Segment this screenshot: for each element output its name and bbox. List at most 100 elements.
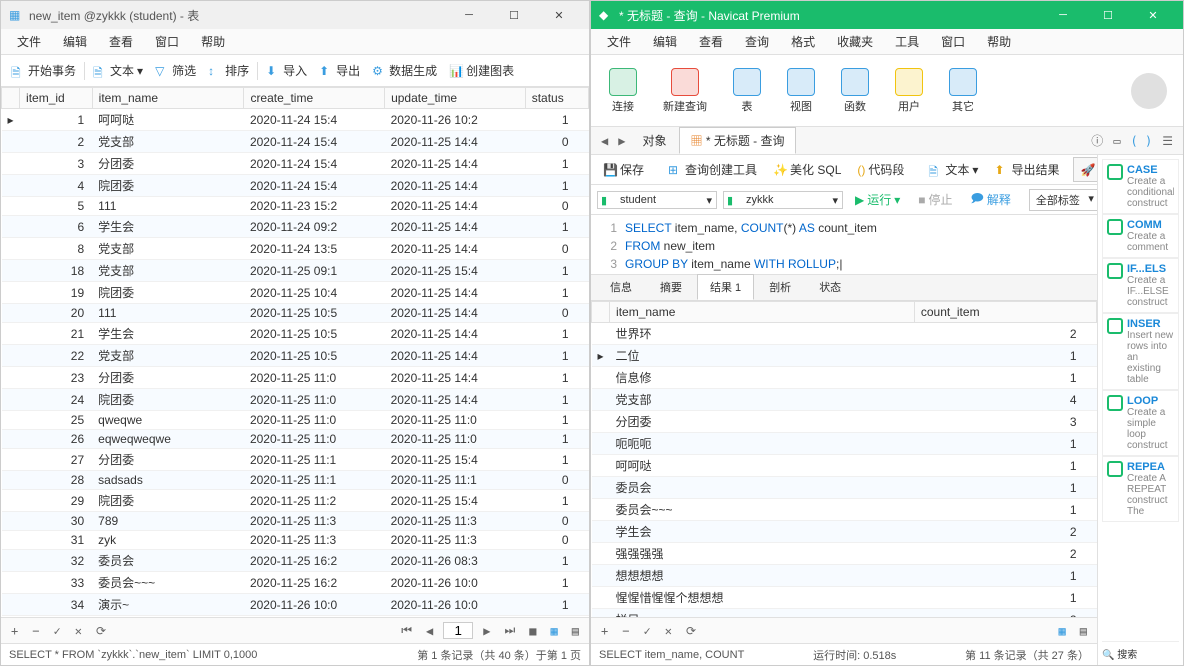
table-row[interactable]: 32委员会2020-11-25 16:22020-11-26 08:31 <box>2 550 589 572</box>
table-row[interactable]: 委员会1 <box>592 477 1097 499</box>
add-row-button[interactable]: + <box>597 622 612 640</box>
result-grid[interactable]: item_namecount_item世界环2▸二位1信息修1党支部4分团委3呃… <box>591 301 1097 617</box>
table-row[interactable]: 8党支部2020-11-24 13:52020-11-25 14:40 <box>2 238 589 260</box>
refresh-button[interactable]: ⟳ <box>92 622 110 640</box>
table-row[interactable]: ▸1呵呵哒2020-11-24 15:42020-11-26 10:21 <box>2 109 589 131</box>
minimize-button[interactable]: ─ <box>1041 1 1085 29</box>
tags-select[interactable]: 全部标签▾ <box>1029 189 1097 211</box>
beautify-button[interactable]: ✨美化 SQL <box>767 158 847 181</box>
table-row[interactable]: 31zyk2020-11-25 11:32020-11-25 11:30 <box>2 531 589 550</box>
save-button[interactable]: 💾保存 <box>597 158 650 181</box>
stop-button[interactable]: ■ <box>525 622 540 640</box>
sort-button[interactable]: ↕排序 <box>202 59 255 82</box>
code-icon[interactable]: ( ) <box>1127 132 1157 150</box>
chart-button[interactable]: 📊创建图表 <box>443 59 520 82</box>
table-row[interactable]: ▸二位1 <box>592 345 1097 367</box>
menu-edit[interactable]: 编辑 <box>53 30 97 53</box>
ribbon-函数[interactable]: 函数 <box>831 66 879 116</box>
run-button[interactable]: ▶ 运行▾ <box>849 188 906 211</box>
list-icon[interactable]: ☰ <box>1158 132 1177 150</box>
snippet-item[interactable]: LOOPCreate a simple loop construct <box>1102 390 1179 456</box>
table-row[interactable]: 27分团委2020-11-25 11:12020-11-25 15:41 <box>2 449 589 471</box>
snippet-item[interactable]: INSERInsert new rows into an existing ta… <box>1102 313 1179 390</box>
snippet-item[interactable]: COMMCreate a comment <box>1102 214 1179 258</box>
table-row[interactable]: 3分团委2020-11-24 15:42020-11-25 14:41 <box>2 153 589 175</box>
title-bar[interactable]: ▦ new_item @zykkk (student) - 表 ─ ☐ ✕ <box>1 1 589 29</box>
cancel-button[interactable]: ✕ <box>661 622 676 640</box>
table-row[interactable]: 24院团委2020-11-25 11:02020-11-25 14:41 <box>2 389 589 411</box>
mine-button[interactable]: 🚀我的▾ <box>1073 157 1097 182</box>
explain-button[interactable]: 🗩解释 <box>965 186 1017 213</box>
table-row[interactable]: 29院团委2020-11-25 11:22020-11-25 15:41 <box>2 490 589 512</box>
menu-view[interactable]: 查看 <box>99 30 143 53</box>
table-row[interactable]: 51112020-11-23 15:22020-11-25 14:40 <box>2 197 589 216</box>
table-row[interactable]: 分团委3 <box>592 411 1097 433</box>
col-header[interactable]: item_name <box>610 302 915 323</box>
stop-button[interactable]: ■ 停止 <box>912 188 958 211</box>
cancel-button[interactable]: ✕ <box>71 622 86 640</box>
grid-view-button[interactable]: ▦ <box>1055 622 1070 640</box>
menu-view[interactable]: 查看 <box>689 30 733 53</box>
tab-profile[interactable]: 剖析 <box>756 274 804 300</box>
snippet-item[interactable]: CASECreate a conditional construct <box>1102 159 1179 214</box>
col-header[interactable]: status <box>525 88 588 109</box>
col-header[interactable]: item_id <box>20 88 93 109</box>
table-row[interactable]: 33委员会~~~2020-11-25 16:22020-11-26 10:01 <box>2 572 589 594</box>
table-row[interactable]: 呵呵哒1 <box>592 455 1097 477</box>
back-button[interactable]: ◀ <box>597 132 612 150</box>
snippet-item[interactable]: IF...ELSCreate a IF...ELSE construct <box>1102 258 1179 313</box>
last-page-button[interactable]: ⏭ <box>500 621 519 640</box>
ribbon-连接[interactable]: 连接 <box>599 66 647 116</box>
menu-help[interactable]: 帮助 <box>191 30 235 53</box>
table-row[interactable]: 201112020-11-25 10:52020-11-25 14:40 <box>2 304 589 323</box>
col-header[interactable]: count_item <box>914 302 1096 323</box>
schema-select[interactable]: ▮zykkk▾ <box>723 191 843 209</box>
table-row[interactable]: 21学生会2020-11-25 10:52020-11-25 14:41 <box>2 323 589 345</box>
table-row[interactable]: 307892020-11-25 11:32020-11-25 11:30 <box>2 512 589 531</box>
table-row[interactable]: 党支部4 <box>592 389 1097 411</box>
page-input[interactable] <box>443 622 473 639</box>
table-row[interactable]: 委员会~~~1 <box>592 499 1097 521</box>
table-row[interactable]: 栏目2 <box>592 609 1097 618</box>
refresh-button[interactable]: ⟳ <box>682 622 700 640</box>
search-label[interactable]: 搜索 <box>1117 650 1137 661</box>
ribbon-表[interactable]: 表 <box>723 66 771 116</box>
menu-help[interactable]: 帮助 <box>977 30 1021 53</box>
close-button[interactable]: ✕ <box>1131 1 1175 29</box>
close-button[interactable]: ✕ <box>537 1 581 29</box>
col-header[interactable]: create_time <box>244 88 385 109</box>
import-button[interactable]: ⬇导入 <box>260 59 313 82</box>
minimize-button[interactable]: ─ <box>447 1 491 29</box>
avatar[interactable] <box>1131 73 1167 109</box>
builder-button[interactable]: ⊞查询创建工具 <box>662 158 763 181</box>
commit-button[interactable]: ✓ <box>639 622 654 640</box>
maximize-button[interactable]: ☐ <box>1086 1 1130 29</box>
menu-query[interactable]: 查询 <box>735 30 779 53</box>
prev-page-button[interactable]: ◀ <box>422 622 437 640</box>
form-view-button[interactable]: ▤ <box>1076 622 1091 640</box>
ribbon-视图[interactable]: 视图 <box>777 66 825 116</box>
table-row[interactable]: 6学生会2020-11-24 09:22020-11-25 14:41 <box>2 216 589 238</box>
table-row[interactable]: 2党支部2020-11-24 15:42020-11-25 14:40 <box>2 131 589 153</box>
begin-tx-button[interactable]: 🗎开始事务 <box>5 59 82 82</box>
menu-edit[interactable]: 编辑 <box>643 30 687 53</box>
menu-file[interactable]: 文件 <box>597 30 641 53</box>
first-page-button[interactable]: ⏮ <box>397 621 416 640</box>
tab-result1[interactable]: 结果 1 <box>697 274 754 300</box>
maximize-button[interactable]: ☐ <box>492 1 536 29</box>
table-row[interactable]: 学生会2 <box>592 521 1097 543</box>
table-row[interactable]: 想想想想1 <box>592 565 1097 587</box>
table-row[interactable]: 28sadsads2020-11-25 11:12020-11-25 11:10 <box>2 471 589 490</box>
tab-info[interactable]: 信息 <box>597 274 645 300</box>
next-page-button[interactable]: ▶ <box>479 622 494 640</box>
menu-fav[interactable]: 收藏夹 <box>827 30 883 53</box>
data-grid[interactable]: item_iditem_namecreate_timeupdate_timest… <box>1 87 589 617</box>
menu-tools[interactable]: 工具 <box>885 30 929 53</box>
conn-select[interactable]: ▮student▾ <box>597 191 717 209</box>
menu-file[interactable]: 文件 <box>7 30 51 53</box>
tab-query[interactable]: ▦ * 无标题 - 查询 <box>679 127 795 154</box>
title-bar[interactable]: ◆ * 无标题 - 查询 - Navicat Premium ─ ☐ ✕ <box>591 1 1183 29</box>
ribbon-其它[interactable]: 其它 <box>939 66 987 116</box>
filter-button[interactable]: ▽筛选 <box>149 59 202 82</box>
tab-status[interactable]: 状态 <box>806 274 854 300</box>
